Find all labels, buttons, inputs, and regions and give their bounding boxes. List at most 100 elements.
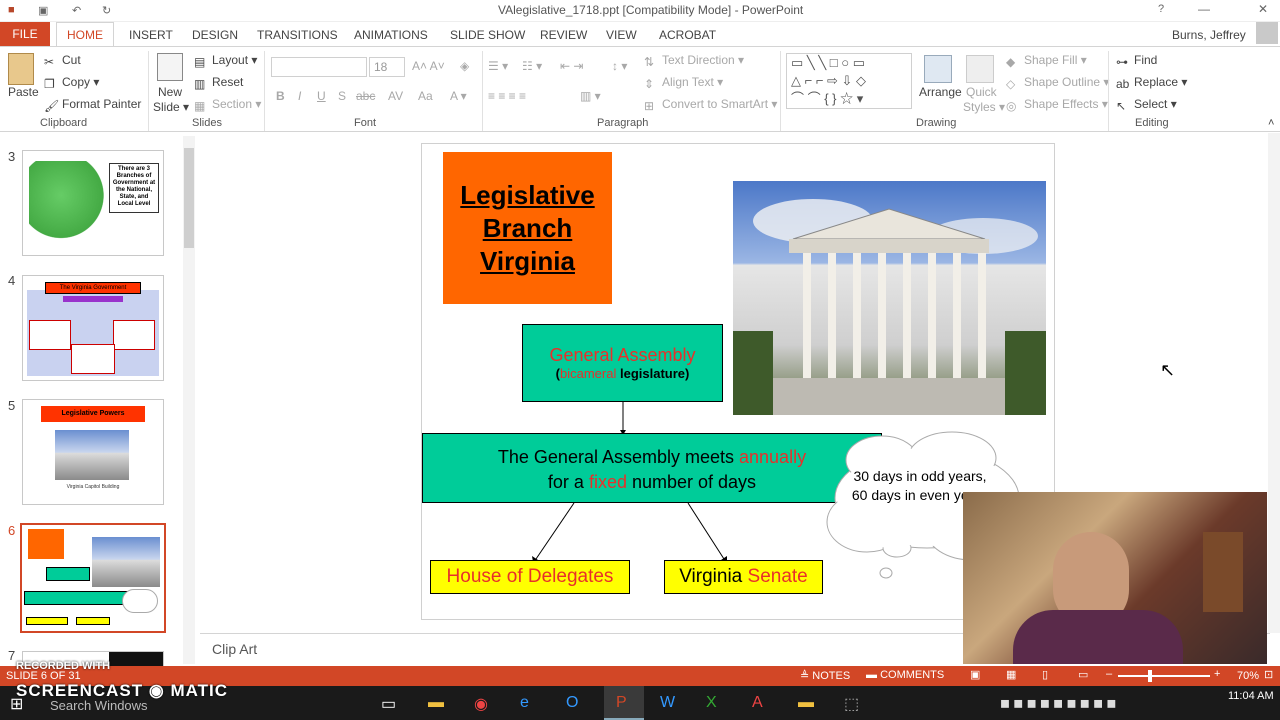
powerpoint-taskbar-button[interactable]: P [604, 686, 644, 720]
zoom-out-icon[interactable]: – [1106, 668, 1112, 680]
comments-button[interactable]: ▬ COMMENTS [866, 669, 944, 681]
redo-icon[interactable]: ↻ [102, 4, 111, 17]
collapse-ribbon-icon[interactable]: ˄ [1268, 117, 1274, 129]
normal-view-icon[interactable]: ▣ [970, 668, 980, 681]
tab-acrobat[interactable]: ACROBAT [659, 25, 716, 45]
tab-insert[interactable]: INSERT [129, 25, 173, 45]
italic-icon[interactable]: I [298, 89, 301, 103]
line-spacing-icon[interactable]: ↕ ▾ [612, 59, 627, 73]
bold-icon[interactable]: B [276, 89, 285, 103]
zoom-slider-thumb[interactable] [1148, 670, 1152, 682]
shape-outline-button[interactable]: ◇ Shape Outline ▾ [1006, 75, 1109, 91]
new-slide-label-1[interactable]: New [158, 85, 182, 99]
slide-thumbnail-4[interactable]: The Virginia Government [22, 275, 164, 381]
chrome-icon[interactable]: ◉ [474, 694, 488, 714]
zoom-slider[interactable] [1118, 675, 1210, 677]
meets-box[interactable]: The General Assembly meets annually for … [422, 433, 882, 503]
align-icons[interactable]: ≡ ≡ ≡ ≡ [488, 89, 526, 103]
arrange-icon[interactable] [924, 55, 952, 83]
underline-icon[interactable]: U [317, 89, 326, 103]
paste-icon[interactable] [8, 53, 34, 85]
tray-icons[interactable]: ◼ ◼ ◼ ◼ ◼ ◼ ◼ ◼ ◼ [1000, 696, 1116, 710]
find-button[interactable]: ⊶ Find [1116, 53, 1157, 69]
tab-slide-show[interactable]: SLIDE SHOW [450, 25, 525, 45]
align-text-button[interactable]: ⇕ Align Text ▾ [644, 75, 723, 91]
replace-button[interactable]: ab Replace ▾ [1116, 75, 1187, 91]
clock[interactable]: 11:04 AM [1228, 690, 1274, 702]
tab-transitions[interactable]: TRANSITIONS [257, 25, 338, 45]
file-explorer-icon[interactable]: ▬ [428, 694, 444, 712]
quick-styles-label-1[interactable]: Quick [966, 85, 997, 99]
numbering-icon[interactable]: ☷ ▾ [522, 59, 542, 73]
zoom-level[interactable]: 70% [1237, 670, 1259, 682]
select-button[interactable]: ↖ Select ▾ [1116, 97, 1177, 113]
strikethrough-icon[interactable]: abc [356, 89, 375, 103]
tab-animations[interactable]: ANIMATIONS [354, 25, 428, 45]
format-painter-button[interactable]: 🖌 Format Painter [44, 97, 141, 113]
help-icon[interactable]: ? [1158, 3, 1164, 15]
snipping-icon[interactable]: ⬚ [844, 694, 859, 714]
fit-slide-icon[interactable]: ⊡ [1264, 668, 1273, 681]
convert-smartart-button[interactable]: ⊞ Convert to SmartArt ▾ [644, 97, 777, 113]
word-icon[interactable]: W [660, 694, 675, 712]
layout-button[interactable]: ▤ Layout ▾ [194, 53, 257, 69]
slide-sorter-icon[interactable]: ▦ [1006, 668, 1016, 681]
bullets-icon[interactable]: ☰ ▾ [488, 59, 508, 73]
grow-font-icon[interactable]: A˄ A˅ [412, 59, 445, 73]
tab-review[interactable]: REVIEW [540, 25, 587, 45]
task-view-icon[interactable]: ▭ [381, 694, 396, 714]
tab-file[interactable]: FILE [0, 22, 50, 46]
quick-styles-icon[interactable] [966, 55, 994, 83]
font-color-icon[interactable]: A ▾ [450, 89, 467, 103]
reset-button[interactable]: ▥ Reset [194, 75, 243, 91]
senate-box[interactable]: Virginia Senate [664, 560, 823, 594]
house-of-delegates-box[interactable]: House of Delegates [430, 560, 630, 594]
shapes-gallery[interactable]: ▭ ╲ ╲ □ ○ ▭ △ ⌐ ⌐ ⇨ ⇩ ◇ ⌒ ⌒ { } ☆ ▾ [786, 53, 912, 109]
shadow-icon[interactable]: S [338, 89, 346, 103]
edge-icon[interactable]: e [520, 694, 529, 712]
slide-thumbnail-3[interactable]: There are 3 Branches of Government at th… [22, 150, 164, 256]
quick-styles-label-2[interactable]: Styles ▾ [963, 100, 1005, 114]
notes-text[interactable]: Clip Art [212, 641, 257, 657]
case-icon[interactable]: Aa [418, 89, 433, 103]
tab-design[interactable]: DESIGN [192, 25, 238, 45]
outlook-icon[interactable]: O [566, 694, 578, 712]
excel-icon[interactable]: X [706, 694, 717, 712]
slideshow-icon[interactable]: ▭ [1078, 668, 1088, 681]
undo-icon[interactable]: ↶ [72, 4, 81, 17]
thumbnail-scrollbar[interactable] [183, 136, 195, 664]
columns-icon[interactable]: ▥ ▾ [580, 89, 601, 103]
shape-fill-button[interactable]: ◆ Shape Fill ▾ [1006, 53, 1087, 69]
arrange-button[interactable]: Arrange [919, 85, 962, 99]
slide-thumbnail-6[interactable] [20, 523, 166, 633]
font-size-input[interactable]: 18 [369, 57, 405, 77]
indent-icon[interactable]: ⇤ ⇥ [560, 59, 583, 73]
shape-effects-button[interactable]: ◎ Shape Effects ▾ [1006, 97, 1108, 113]
section-button[interactable]: ▦ Section ▾ [194, 97, 261, 113]
scroll-thumb[interactable] [184, 148, 194, 248]
tab-view[interactable]: VIEW [606, 25, 637, 45]
new-slide-icon[interactable] [157, 53, 183, 81]
avatar[interactable] [1256, 22, 1278, 44]
acrobat-icon[interactable]: A [752, 694, 763, 712]
user-name[interactable]: Burns, Jeffrey [1172, 25, 1246, 45]
close-button[interactable]: ✕ [1258, 2, 1268, 16]
folder-icon[interactable]: ▬ [798, 694, 814, 712]
copy-button[interactable]: ❐ Copy ▾ [44, 75, 99, 91]
spacing-icon[interactable]: AV [388, 89, 403, 103]
save-icon[interactable]: ▣ [38, 4, 48, 17]
reading-view-icon[interactable]: ▯ [1042, 668, 1048, 681]
minimize-button[interactable]: — [1198, 2, 1210, 16]
new-slide-label-2[interactable]: Slide ▾ [153, 100, 189, 114]
paste-button[interactable]: Paste [8, 85, 39, 99]
clear-format-icon[interactable]: ◈ [460, 59, 469, 73]
slide-thumbnail-5[interactable]: Legislative Powers Virginia Capitol Buil… [22, 399, 164, 505]
notes-button[interactable]: ≜ NOTES [800, 669, 850, 682]
zoom-in-icon[interactable]: + [1214, 668, 1220, 680]
editor-scrollbar[interactable] [1268, 133, 1280, 633]
cut-button[interactable]: ✂ Cut [44, 53, 81, 69]
font-name-input[interactable] [271, 57, 367, 77]
slide-canvas[interactable]: Legislative Branch Virginia General Asse… [421, 143, 1055, 620]
tab-home[interactable]: HOME [56, 22, 114, 46]
text-direction-button[interactable]: ⇅ Text Direction ▾ [644, 53, 744, 69]
